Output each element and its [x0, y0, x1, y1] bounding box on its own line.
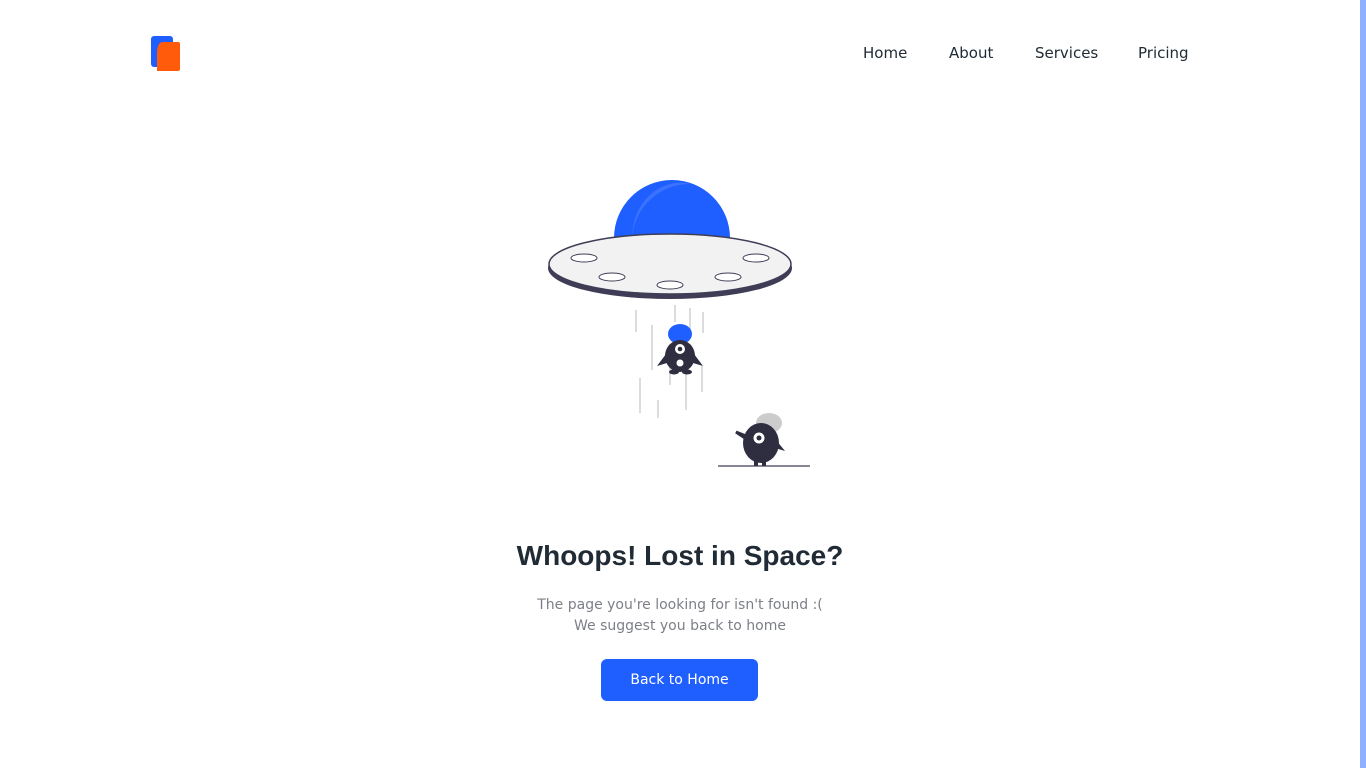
page: Home About Services Pricing Whoops! Lost…	[0, 0, 1366, 768]
scrollbar[interactable]	[1360, 0, 1366, 768]
nav-link-home[interactable]: Home	[863, 43, 907, 63]
floating-alien	[657, 324, 703, 375]
ufo-dome	[614, 180, 730, 238]
ufo-abduction-illustration	[548, 180, 810, 467]
back-to-home-button[interactable]: Back to Home	[601, 659, 758, 701]
page-title: Whoops! Lost in Space?	[516, 540, 844, 571]
logo-orange-shape	[157, 42, 180, 71]
nav-link-pricing[interactable]: Pricing	[1138, 43, 1189, 63]
standing-alien	[718, 413, 810, 467]
nav-link-services[interactable]: Services	[1035, 43, 1098, 63]
error-message-line-2: We suggest you back to home	[574, 618, 786, 634]
ufo-saucer	[548, 233, 792, 299]
error-message-line-1: The page you're looking for isn't found …	[537, 597, 823, 613]
nav-link-about[interactable]: About	[949, 43, 993, 63]
navbar: Home About Services Pricing	[0, 0, 1360, 106]
brand-logo-icon[interactable]	[151, 36, 181, 72]
